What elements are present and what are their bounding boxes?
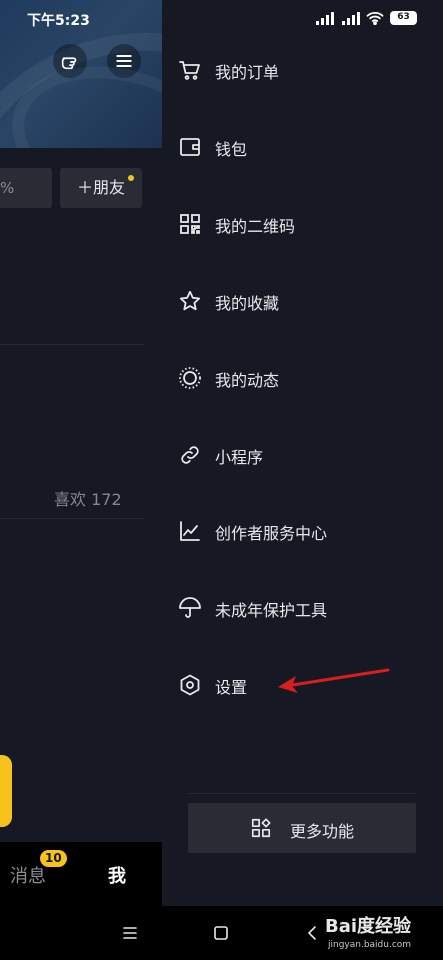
- more-features-label: 更多功能: [290, 822, 355, 841]
- drawer-item-moments[interactable]: 我的动态: [162, 353, 443, 403]
- profile-page: 下午5:23 % ＋朋友 喜欢 172 消息 10 我: [0, 0, 162, 906]
- drawer-item-qrcode[interactable]: 我的二维码: [162, 199, 443, 249]
- drawer-item-minor-protection[interactable]: 未成年保护工具: [162, 583, 443, 633]
- qrcode-icon: [180, 214, 200, 234]
- wifi-icon: [366, 11, 384, 25]
- likes-tab[interactable]: 喜欢 172: [54, 486, 122, 510]
- floating-yellow-tab[interactable]: [0, 755, 12, 827]
- status-time: 下午5:23: [27, 13, 90, 29]
- drawer-item-label: 小程序: [215, 448, 264, 467]
- drawer-item-label: 未成年保护工具: [215, 601, 328, 620]
- drawer-item-label: 钱包: [215, 140, 248, 159]
- add-friend-label: ＋朋友: [76, 178, 125, 197]
- dotted-circle-icon: [179, 367, 201, 389]
- drawer-item-creator-center[interactable]: 创作者服务中心: [162, 506, 443, 556]
- settings-hexagon-icon: [180, 674, 200, 696]
- hamburger-menu-button[interactable]: [107, 44, 141, 78]
- watermark-url: jingyan.baidu.com: [328, 940, 412, 950]
- side-drawer: 63 我的订单 钱包 我的二维码 我的收藏 我的动态 小程序 创作者服务中心 未…: [162, 0, 443, 906]
- add-friend-button[interactable]: ＋朋友: [60, 168, 142, 208]
- bottom-navigation: 消息 10 我: [0, 842, 162, 906]
- profile-completion-button[interactable]: %: [0, 168, 52, 208]
- wallet-icon: [180, 138, 200, 156]
- cart-icon: [179, 61, 200, 80]
- more-features-button[interactable]: 更多功能: [188, 803, 416, 853]
- drawer-item-label: 创作者服务中心: [215, 524, 328, 543]
- recent-apps-icon[interactable]: [120, 923, 140, 943]
- messages-count-badge: 10: [40, 850, 67, 867]
- drawer-item-mini-programs[interactable]: 小程序: [162, 430, 443, 480]
- umbrella-icon: [179, 597, 201, 618]
- divider: [0, 344, 144, 345]
- hand-pointer-icon: [61, 57, 77, 70]
- nav-me[interactable]: 我: [108, 862, 126, 888]
- watermark-logo-text: Bai度经验: [325, 916, 412, 937]
- drawer-item-label: 我的订单: [215, 63, 280, 82]
- drawer-item-label: 我的二维码: [215, 217, 296, 236]
- back-icon[interactable]: [303, 923, 323, 943]
- link-icon: [181, 446, 199, 464]
- divider: [188, 793, 416, 794]
- drawer-item-orders[interactable]: 我的订单: [162, 45, 443, 95]
- nav-messages[interactable]: 消息: [10, 862, 46, 888]
- home-icon[interactable]: [211, 923, 231, 943]
- grid-apps-icon: [251, 818, 271, 838]
- drawer-item-wallet[interactable]: 钱包: [162, 122, 443, 172]
- status-icons: 63: [316, 11, 417, 25]
- drawer-item-favorites[interactable]: 我的收藏: [162, 276, 443, 326]
- baidu-jingyan-watermark: Bai度经验 jingyan.baidu.com: [325, 912, 440, 958]
- drawer-item-label: 我的收藏: [215, 294, 280, 313]
- profile-cover-image: 下午5:23: [0, 0, 162, 148]
- hamburger-icon: [116, 55, 132, 67]
- profile-completion-text: %: [0, 179, 15, 197]
- new-dot-badge: [128, 175, 134, 181]
- signal-icon: [316, 11, 334, 25]
- annotation-arrow: [278, 668, 390, 693]
- divider: [0, 518, 144, 519]
- drawer-item-label: 我的动态: [215, 371, 280, 390]
- signal-hd-icon: [342, 11, 360, 25]
- drawer-item-label: 设置: [215, 678, 248, 697]
- hand-pointer-button[interactable]: [53, 44, 87, 78]
- star-icon: [179, 290, 201, 311]
- chart-line-icon: [180, 521, 200, 541]
- battery-indicator: 63: [390, 11, 417, 25]
